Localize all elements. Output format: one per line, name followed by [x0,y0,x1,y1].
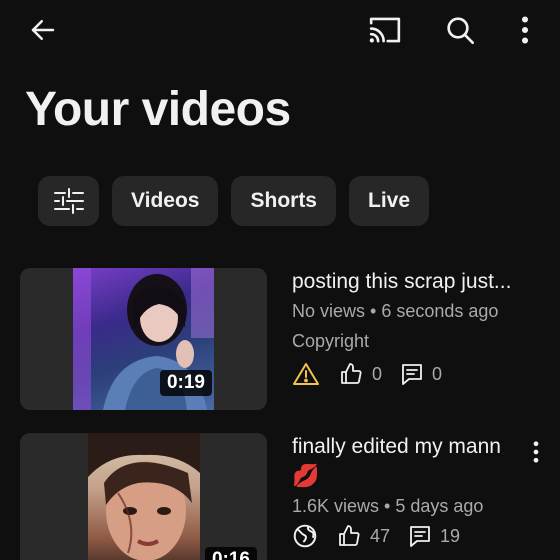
video-duration: 0:16 [204,547,257,560]
video-title[interactable]: posting this scrap just... [292,268,524,296]
restriction-label: Copyright [292,331,370,351]
comments-count: 19 [440,525,461,546]
chip-shorts[interactable]: Shorts [231,176,336,226]
video-views: No views [292,301,366,321]
title-emoji: 💋 [292,463,320,488]
thumbs-up-icon [341,363,362,384]
comments-stat: 19 [408,524,460,548]
video-engagement: 0 0 [292,362,542,386]
video-list-item[interactable]: 0:19 posting this scrap just... No views… [0,268,560,410]
more-options-button[interactable] [503,8,547,52]
chip-live[interactable]: Live [349,176,430,226]
likes-count: 0 [372,363,383,384]
back-button[interactable] [21,8,65,52]
video-title[interactable]: finally edited my mann [292,433,542,461]
video-stats-line: No views • 6 seconds ago [292,301,499,321]
video-engagement: 47 19 [292,523,542,549]
search-button[interactable] [438,8,482,52]
comment-icon [410,526,430,547]
video-meta: finally edited my mann 💋 1.6K views • 5 … [292,433,542,549]
video-views: 1.6K views [292,496,380,516]
search-icon [447,17,474,44]
video-list-item[interactable]: 0:16 finally edited my mann 💋 1.6K views… [0,433,560,560]
filter-sliders-icon [53,188,84,214]
comment-icon [402,364,422,385]
thumbs-up-icon [339,525,360,546]
comments-stat: 0 [400,362,442,386]
video-thumbnail[interactable]: 0:19 [20,268,267,410]
video-meta: posting this scrap just... No views • 6 … [292,268,542,386]
likes-count: 47 [370,525,391,546]
more-vert-icon [533,441,539,463]
video-action-menu-button[interactable] [524,437,548,467]
more-vert-icon [521,16,529,44]
video-time: 6 seconds ago [381,301,499,321]
likes-stat: 0 [338,362,382,386]
cast-icon [369,17,401,43]
likes-stat: 47 [336,524,390,548]
arrow-left-icon [31,20,55,40]
filter-chips: Videos Shorts Live [38,176,430,226]
comments-count: 0 [432,363,443,384]
video-thumbnail[interactable]: 0:16 [20,433,267,560]
globe-public-icon [293,524,317,548]
top-app-bar [0,0,560,60]
warning-icon [293,363,319,385]
filter-chip[interactable] [38,176,99,226]
cast-button[interactable] [363,8,407,52]
thumbnail-image [88,433,200,560]
video-duration: 0:19 [159,370,212,396]
video-time: 5 days ago [395,496,484,516]
video-stats-line: 1.6K views • 5 days ago [292,496,484,516]
page-title: Your videos [25,83,291,136]
thumbnail-figure [88,433,200,560]
chip-videos[interactable]: Videos [112,176,219,226]
